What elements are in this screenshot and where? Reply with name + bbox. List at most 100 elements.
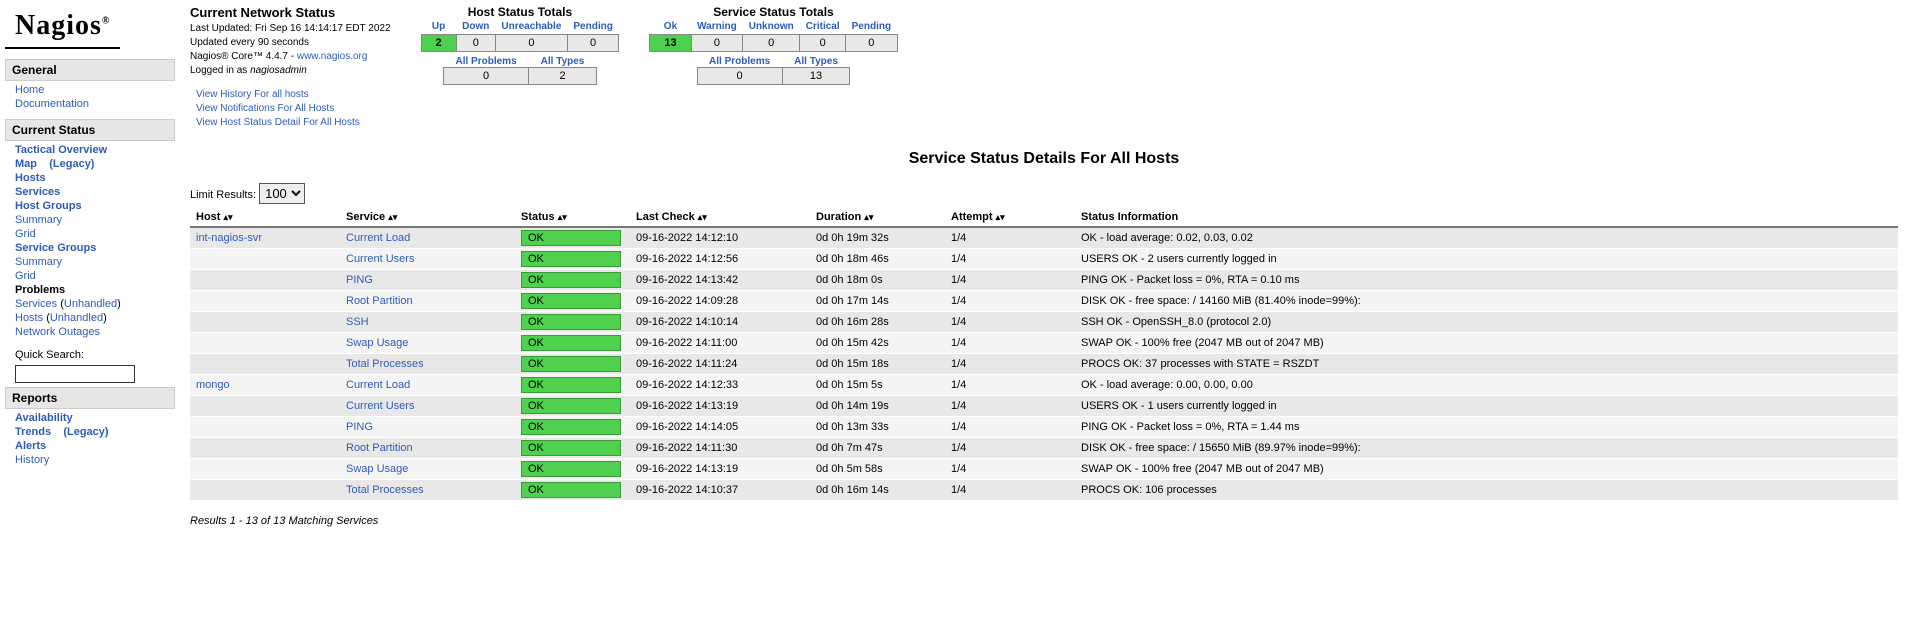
totals-value[interactable]: 0 (697, 68, 782, 85)
totals-col-link[interactable]: Warning (697, 21, 737, 32)
status-link[interactable]: View History For all hosts (196, 88, 391, 102)
table-header[interactable]: Host ▴▾ (190, 208, 340, 227)
host-cell (190, 459, 340, 480)
status-cell: OK (515, 480, 630, 501)
attempt-cell: 1/4 (945, 270, 1075, 291)
sort-down-icon[interactable]: ▾ (702, 212, 707, 222)
table-header[interactable]: Service ▴▾ (340, 208, 515, 227)
service-link[interactable]: Current Users (346, 400, 414, 412)
status-badge: OK (521, 461, 621, 477)
table-header[interactable]: Status Information (1075, 208, 1898, 227)
service-link[interactable]: Total Processes (346, 358, 424, 370)
sort-down-icon[interactable]: ▾ (562, 212, 567, 222)
host-link[interactable]: int-nagios-svr (196, 232, 262, 244)
table-row: Root Partition OK 09-16-2022 14:09:28 0d… (190, 291, 1898, 312)
attempt-cell: 1/4 (945, 227, 1075, 249)
service-cell: Total Processes (340, 354, 515, 375)
nav-link[interactable]: Hosts (15, 172, 46, 184)
table-header[interactable]: Status ▴▾ (515, 208, 630, 227)
sort-down-icon[interactable]: ▾ (869, 212, 874, 222)
service-link[interactable]: Swap Usage (346, 337, 408, 349)
totals-col-link[interactable]: All Types (541, 56, 585, 67)
nav-link-legacy[interactable]: (Legacy) (49, 158, 94, 170)
totals-value[interactable]: 13 (782, 68, 850, 85)
nav-link[interactable]: Services (15, 298, 57, 310)
totals-value[interactable]: 0 (846, 35, 897, 52)
totals-col-link[interactable]: Pending (573, 21, 612, 32)
totals-value[interactable]: 2 (529, 68, 597, 85)
nav-link[interactable]: Documentation (15, 98, 89, 110)
host-link[interactable]: mongo (196, 379, 230, 391)
status-badge: OK (521, 335, 621, 351)
service-link[interactable]: SSH (346, 316, 369, 328)
totals-col-link[interactable]: All Problems (709, 56, 770, 67)
quick-search-input[interactable] (15, 365, 135, 383)
totals-value[interactable]: 0 (800, 35, 846, 52)
totals-value[interactable]: 0 (495, 35, 567, 52)
nav-sublink[interactable]: Summary (15, 256, 62, 268)
duration-cell: 0d 0h 18m 46s (810, 249, 945, 270)
sort-down-icon[interactable]: ▾ (1000, 212, 1005, 222)
totals-col-link[interactable]: Ok (664, 21, 677, 32)
totals-value[interactable]: 0 (567, 35, 618, 52)
nav-link[interactable]: Home (15, 84, 44, 96)
sort-down-icon[interactable]: ▾ (228, 212, 233, 222)
nav-link-legacy[interactable]: (Legacy) (63, 426, 108, 438)
service-link[interactable]: Root Partition (346, 442, 413, 454)
totals-value[interactable]: 13 (650, 35, 691, 52)
nav-link[interactable]: Unhandled (50, 312, 103, 324)
nav-sublink[interactable]: Grid (15, 270, 36, 282)
nav-link[interactable]: Host Groups (15, 200, 82, 212)
service-link[interactable]: Total Processes (346, 484, 424, 496)
duration-cell: 0d 0h 13m 33s (810, 417, 945, 438)
table-header[interactable]: Last Check ▴▾ (630, 208, 810, 227)
totals-value[interactable]: 0 (691, 35, 743, 52)
totals-col-link[interactable]: Down (462, 21, 489, 32)
totals-value[interactable]: 2 (421, 35, 456, 52)
table-header[interactable]: Attempt ▴▾ (945, 208, 1075, 227)
status-link[interactable]: View Notifications For All Hosts (196, 102, 391, 116)
sort-down-icon[interactable]: ▾ (393, 212, 398, 222)
nav-link[interactable]: Services (15, 186, 60, 198)
totals-col-link[interactable]: Critical (806, 21, 840, 32)
nav-link[interactable]: Service Groups (15, 242, 96, 254)
totals-value[interactable]: 0 (456, 35, 495, 52)
totals-col-link[interactable]: All Types (794, 56, 838, 67)
totals-col-link[interactable]: Unknown (749, 21, 794, 32)
nav-link[interactable]: Hosts (15, 312, 43, 324)
nav-sublink[interactable]: History (15, 454, 49, 466)
attempt-cell: 1/4 (945, 312, 1075, 333)
status-badge: OK (521, 251, 621, 267)
status-cell: OK (515, 270, 630, 291)
table-header[interactable]: Duration ▴▾ (810, 208, 945, 227)
table-row: Total Processes OK 09-16-2022 14:10:37 0… (190, 480, 1898, 501)
totals-value[interactable]: 0 (444, 68, 529, 85)
service-link[interactable]: PING (346, 421, 373, 433)
service-link[interactable]: Swap Usage (346, 463, 408, 475)
nagios-org-link[interactable]: www.nagios.org (297, 51, 368, 62)
nav-link[interactable]: Trends (15, 426, 51, 438)
nav-link[interactable]: Tactical Overview (15, 144, 107, 156)
nav-sublink[interactable]: Summary (15, 214, 62, 226)
host-cell (190, 333, 340, 354)
service-link[interactable]: Current Load (346, 232, 410, 244)
limit-results-select[interactable]: 100 (259, 183, 305, 204)
totals-col-link[interactable]: Unreachable (501, 21, 561, 32)
nav-link[interactable]: Map (15, 158, 37, 170)
logged-in: Logged in as nagiosadmin (190, 64, 391, 78)
totals-col-link[interactable]: Up (432, 21, 445, 32)
nav-sublink[interactable]: Grid (15, 228, 36, 240)
totals-col-link[interactable]: Pending (852, 21, 891, 32)
status-badge: OK (521, 314, 621, 330)
status-link[interactable]: View Host Status Detail For All Hosts (196, 116, 391, 130)
nav-link[interactable]: Network Outages (15, 326, 100, 338)
totals-value[interactable]: 0 (743, 35, 800, 52)
service-link[interactable]: Current Users (346, 253, 414, 265)
nav-link[interactable]: Alerts (15, 440, 46, 452)
service-link[interactable]: Current Load (346, 379, 410, 391)
service-link[interactable]: Root Partition (346, 295, 413, 307)
nav-link[interactable]: Availability (15, 412, 73, 424)
totals-col-link[interactable]: All Problems (456, 56, 517, 67)
nav-link[interactable]: Unhandled (64, 298, 117, 310)
service-link[interactable]: PING (346, 274, 373, 286)
